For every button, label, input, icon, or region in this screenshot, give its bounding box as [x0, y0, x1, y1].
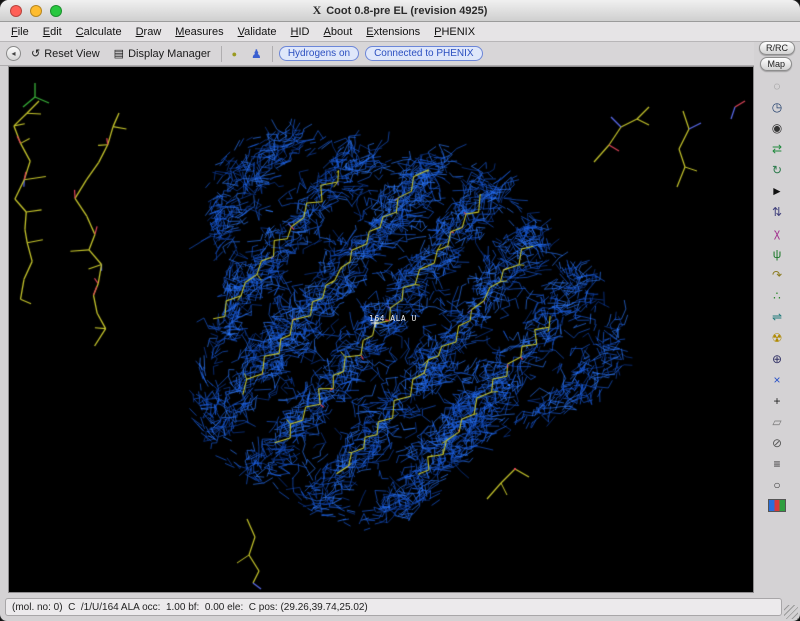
menu-phenix[interactable]: PHENIX	[427, 24, 482, 40]
eraser-icon[interactable]: ▱	[764, 412, 790, 431]
phenix-connection-badge[interactable]: Connected to PHENIX	[365, 46, 483, 61]
display-manager-label: Display Manager	[128, 48, 211, 60]
molecule-icon: ●	[232, 49, 237, 59]
display-flag-icon[interactable]	[768, 499, 786, 512]
menu-edit[interactable]: Edit	[36, 24, 69, 40]
menu-validate[interactable]: Validate	[231, 24, 284, 40]
zoom-button[interactable]	[50, 5, 62, 17]
window-controls	[10, 5, 62, 17]
rigid-body-fit-icon[interactable]: ⇅	[764, 202, 790, 221]
menu-measures[interactable]: Measures	[168, 24, 230, 40]
clear-icon[interactable]: ×	[764, 370, 790, 389]
mutate-icon[interactable]: ⇌	[764, 307, 790, 326]
keyboard-icon[interactable]: ≡	[764, 454, 790, 473]
refine-zone-icon[interactable]: ⇄	[764, 139, 790, 158]
title-bar[interactable]: X Coot 0.8-pre EL (revision 4925)	[0, 0, 800, 22]
graphics-viewport: 164 ALA U	[8, 66, 754, 593]
reset-view-button[interactable]: ↺ Reset View	[27, 45, 104, 62]
window-title-text: Coot 0.8-pre EL (revision 4925)	[326, 5, 487, 17]
display-manager-icon: ▤	[114, 47, 124, 60]
menu-hid[interactable]: HID	[284, 24, 317, 40]
play-icon[interactable]: ►	[764, 181, 790, 200]
axes-icon[interactable]: ⊕	[764, 349, 790, 368]
right-toolbar: ◌ ◷ ◉ ⇄ ↻ ► ⇅ χ ψ ↷ ∴ ⇌ ☢ ⊕ × + ▱ ⊘ ≡ ○	[756, 76, 798, 591]
circle-icon[interactable]: ○	[764, 475, 790, 494]
minimize-button[interactable]	[30, 5, 42, 17]
add-residue-icon[interactable]: +	[764, 391, 790, 410]
hydrogens-toggle-badge[interactable]: Hydrogens on	[279, 46, 359, 61]
status-text: (mol. no: 0) C /1/U/164 ALA occ: 1.00 bf…	[12, 602, 368, 613]
chi-angles-icon[interactable]: ψ	[764, 244, 790, 263]
window-title: X Coot 0.8-pre EL (revision 4925)	[313, 3, 488, 18]
toolbar-collapse-button[interactable]: ◂	[6, 46, 21, 61]
flip-peptide-icon[interactable]: ↷	[764, 265, 790, 284]
molecular-canvas[interactable]	[9, 67, 753, 592]
main-toolbar: ◂ ↺ Reset View ▤ Display Manager ● ♟ Hyd…	[0, 42, 754, 66]
menu-extensions[interactable]: Extensions	[359, 24, 427, 40]
coot-window: X Coot 0.8-pre EL (revision 4925) File E…	[0, 0, 800, 621]
phenix-tool-icon: ♟	[251, 47, 262, 61]
display-manager-button[interactable]: ▤ Display Manager	[110, 45, 215, 62]
sphere-refine-icon[interactable]: ◌	[764, 76, 790, 95]
x11-icon: X	[313, 3, 322, 18]
map-button[interactable]: Map	[760, 57, 792, 71]
toolbar-separator	[272, 46, 273, 62]
menu-about[interactable]: About	[317, 24, 360, 40]
menu-file[interactable]: File	[4, 24, 36, 40]
menu-draw[interactable]: Draw	[129, 24, 169, 40]
radiation-icon[interactable]: ☢	[764, 328, 790, 347]
clock-icon[interactable]: ◷	[764, 97, 790, 116]
resize-grip[interactable]	[784, 605, 798, 619]
regularize-zone-icon[interactable]: ↻	[764, 160, 790, 179]
residue-label: 164 ALA U	[369, 314, 417, 323]
reset-view-label: Reset View	[44, 48, 99, 60]
status-bar: (mol. no: 0) C /1/U/164 ALA occ: 1.00 bf…	[5, 598, 782, 616]
eye-icon[interactable]: ◉	[764, 118, 790, 137]
phenix-tool-button[interactable]: ♟	[247, 45, 266, 63]
rama-plot-icon[interactable]: ∴	[764, 286, 790, 305]
rotamers-icon[interactable]: χ	[764, 223, 790, 242]
toolbar-separator	[221, 46, 222, 62]
delete-icon[interactable]: ⊘	[764, 433, 790, 452]
molecule-tool-button[interactable]: ●	[228, 47, 241, 61]
close-button[interactable]	[10, 5, 22, 17]
reset-view-icon: ↺	[31, 47, 40, 60]
menu-calculate[interactable]: Calculate	[69, 24, 129, 40]
rrc-button[interactable]: R/RC	[759, 41, 795, 55]
menu-bar: File Edit Calculate Draw Measures Valida…	[0, 22, 800, 42]
